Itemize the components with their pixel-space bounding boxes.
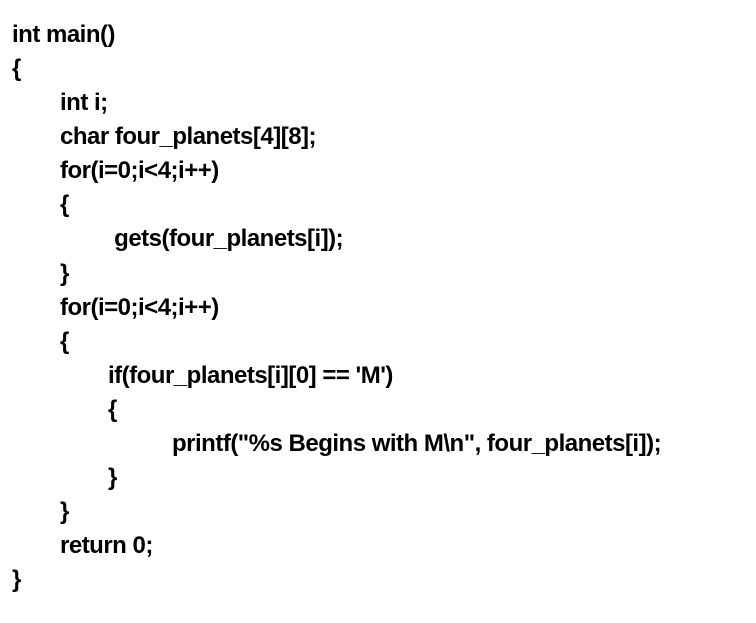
code-line-17: } [12,563,744,597]
code-line-14: } [12,461,744,495]
code-line-10: { [12,325,744,359]
code-line-13: printf("%s Begins with M\n", four_planet… [12,427,744,461]
code-line-3: int i; [12,86,744,120]
code-line-1: int main() [12,18,744,52]
code-line-4: char four_planets[4][8]; [12,120,744,154]
code-line-6: { [12,188,744,222]
code-line-9: for(i=0;i<4;i++) [12,291,744,325]
code-line-11: if(four_planets[i][0] == 'M') [12,359,744,393]
code-line-12: { [12,393,744,427]
code-line-8: } [12,257,744,291]
code-line-15: } [12,495,744,529]
code-line-7: gets(four_planets[i]); [12,222,744,256]
code-line-2: { [12,52,744,86]
code-line-16: return 0; [12,529,744,563]
code-line-5: for(i=0;i<4;i++) [12,154,744,188]
